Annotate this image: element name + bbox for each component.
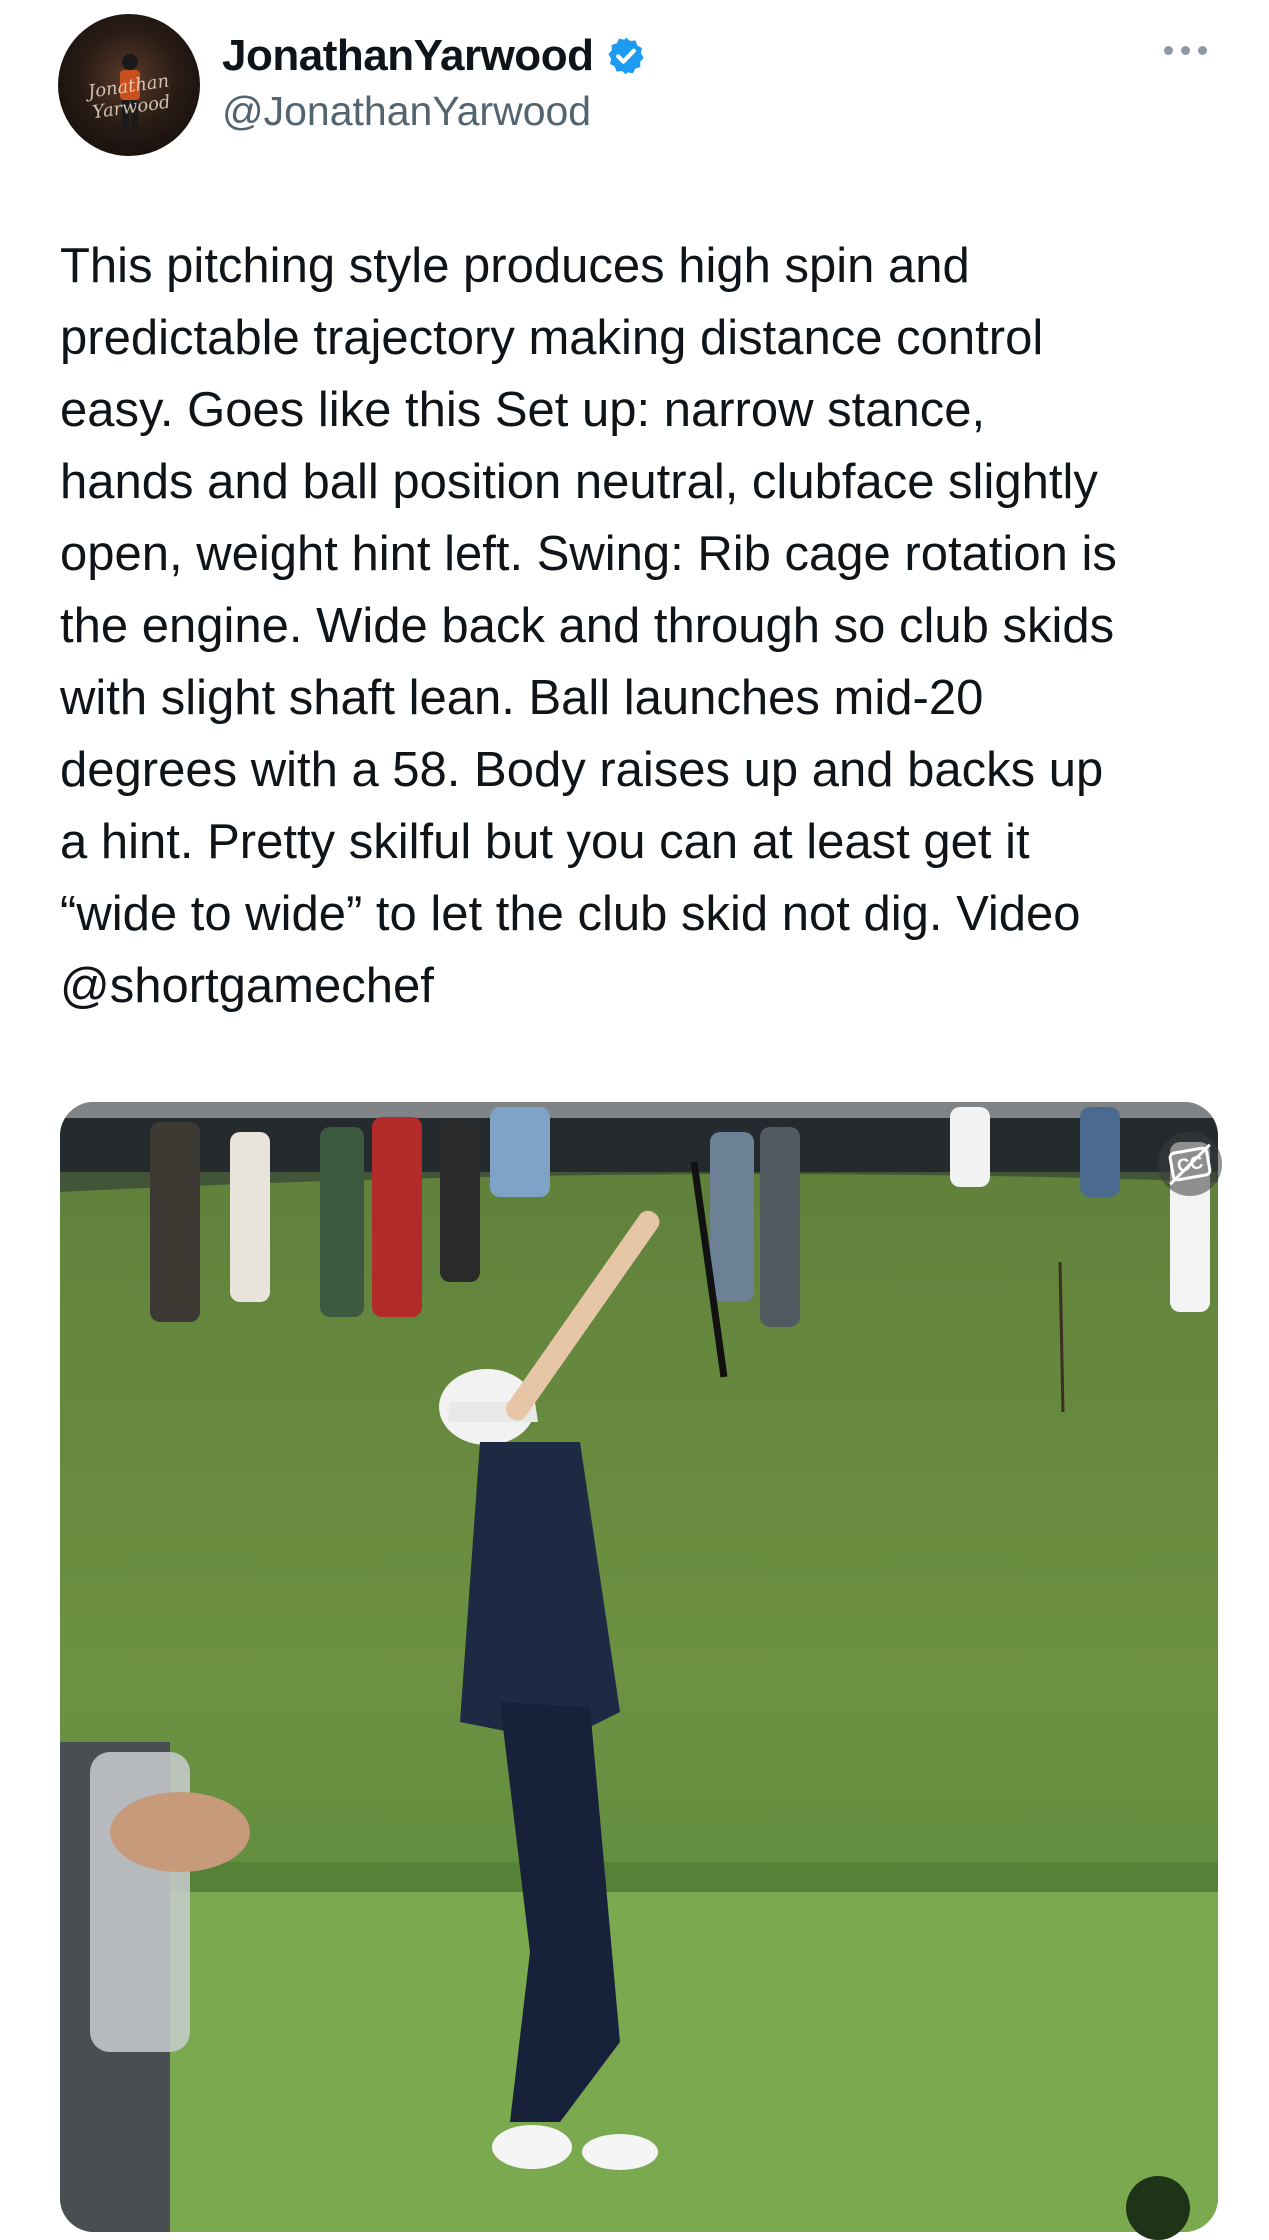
tweet-header: Jonathan Yarwood JonathanYarwood @Jonath…: [0, 0, 1269, 170]
video-frame: [60, 1102, 1218, 2232]
more-options-icon[interactable]: [1160, 42, 1212, 66]
tweet-video[interactable]: [60, 1102, 1218, 2232]
captions-toggle-button[interactable]: CC: [1158, 1132, 1222, 1196]
verified-badge-icon: [608, 37, 645, 75]
avatar-signature: Jonathan Yarwood: [86, 70, 172, 124]
display-name[interactable]: JonathanYarwood: [222, 31, 594, 81]
avatar[interactable]: Jonathan Yarwood: [58, 14, 200, 156]
tweet-text: This pitching style produces high spin a…: [60, 239, 1117, 1013]
handle[interactable]: @JonathanYarwood: [222, 88, 591, 135]
unmute-icon[interactable]: [1126, 2176, 1190, 2240]
name-row: JonathanYarwood: [222, 28, 647, 84]
